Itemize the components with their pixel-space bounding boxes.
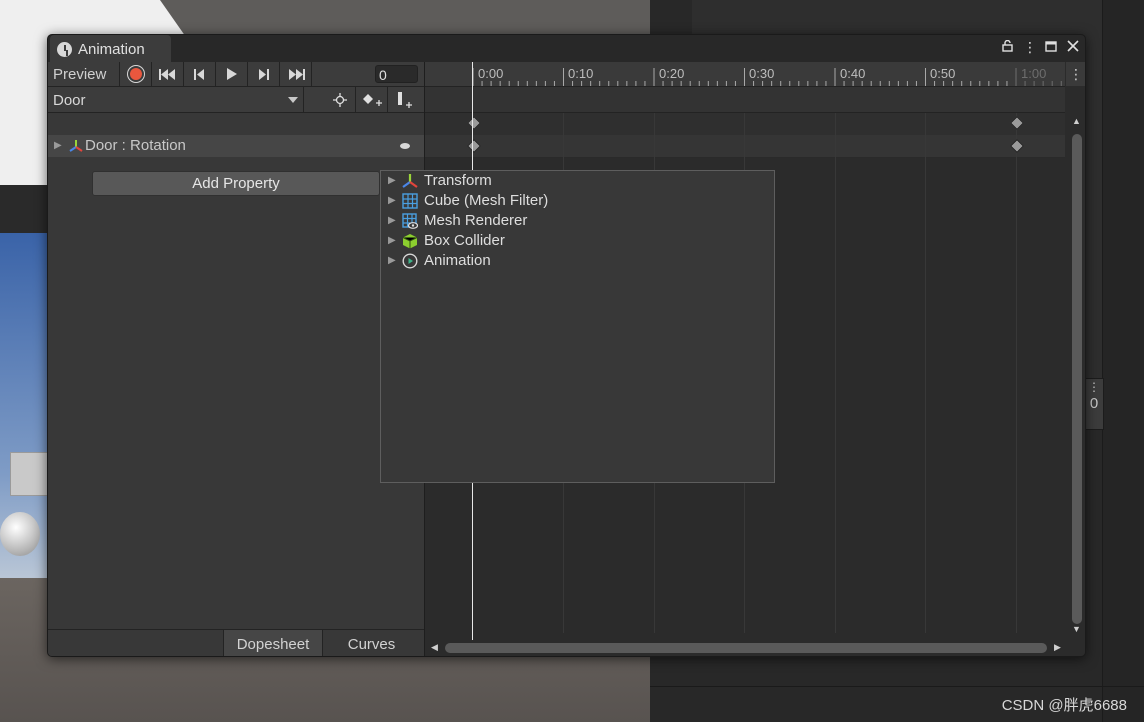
scene-sphere xyxy=(0,512,40,556)
previous-frame-button[interactable] xyxy=(184,62,216,86)
horizontal-scroll-thumb[interactable] xyxy=(445,643,1047,653)
more-options-icon[interactable]: ⋮ xyxy=(1023,39,1037,56)
grid-line xyxy=(925,113,926,633)
grid-line xyxy=(835,113,836,633)
side-panel-value: 0 xyxy=(1089,395,1099,412)
menu-item-label: Cube (Mesh Filter) xyxy=(424,192,549,209)
right-editor-divider xyxy=(650,686,1144,687)
first-frame-button[interactable] xyxy=(152,62,184,86)
expand-arrow-icon: ▶ xyxy=(388,235,396,246)
record-icon xyxy=(129,68,142,80)
tick-label: 1:00 xyxy=(1021,66,1047,81)
tick-label: 0:50 xyxy=(930,66,956,81)
transform-icon xyxy=(402,174,418,188)
add-keyframe-button[interactable] xyxy=(356,87,388,112)
vertical-scrollbar[interactable]: ▲ ▼ xyxy=(1070,116,1082,634)
add-event-icon xyxy=(398,91,412,108)
property-label: Door : Rotation xyxy=(85,137,186,154)
add-property-button[interactable]: Add Property xyxy=(92,171,380,196)
menu-item-mesh-renderer[interactable]: ▶ Mesh Renderer xyxy=(381,211,774,231)
right-editor-edge xyxy=(1102,0,1144,722)
playback-toolbar: Preview 0 xyxy=(48,62,424,87)
expand-arrow-icon: ▶ xyxy=(388,255,396,266)
record-button[interactable] xyxy=(120,62,152,86)
menu-item-label: Mesh Renderer xyxy=(424,212,528,229)
clip-select[interactable]: Door xyxy=(48,87,304,112)
animation-icon xyxy=(402,253,418,269)
horizontal-scrollbar[interactable]: ◀ ▶ xyxy=(425,640,1065,656)
rotation-track[interactable] xyxy=(425,135,1065,158)
ruler-ticks xyxy=(472,68,1062,86)
clock-icon xyxy=(57,42,72,57)
menu-item-transform[interactable]: ▶ Transform xyxy=(381,171,774,191)
next-frame-icon xyxy=(259,68,269,80)
next-frame-button[interactable] xyxy=(248,62,280,86)
scroll-up-icon[interactable]: ▲ xyxy=(1072,116,1081,126)
play-button[interactable] xyxy=(216,62,248,86)
mesh-renderer-icon xyxy=(402,213,418,229)
box-collider-icon xyxy=(402,234,418,249)
summary-track[interactable] xyxy=(425,113,1065,135)
scroll-down-icon[interactable]: ▼ xyxy=(1072,624,1081,634)
add-keyframe-icon xyxy=(362,93,382,106)
tick-label: 0:10 xyxy=(568,66,594,81)
close-icon[interactable] xyxy=(1067,39,1079,56)
play-icon xyxy=(226,68,237,80)
property-pane: Preview 0 Door ▶ Door: Rotation Add Pro… xyxy=(48,62,424,656)
menu-item-box-collider[interactable]: ▶ Box Collider xyxy=(381,231,774,251)
menu-item-mesh-filter[interactable]: ▶ Cube (Mesh Filter) xyxy=(381,191,774,211)
maximize-icon[interactable] xyxy=(1045,39,1057,56)
scene-cube xyxy=(10,452,50,496)
menu-item-animation[interactable]: ▶ Animation xyxy=(381,251,774,271)
expand-arrow-icon: ▶ xyxy=(388,215,396,226)
frame-input[interactable]: 0 xyxy=(375,65,418,83)
watermark: CSDN @胖虎6688 xyxy=(1001,697,1127,714)
filter-by-selection-button[interactable] xyxy=(324,87,356,112)
time-ruler[interactable]: 0:00 0:10 0:20 0:30 0:40 0:50 1:00 xyxy=(425,62,1065,87)
tab-curves[interactable]: Curves xyxy=(323,630,420,656)
window-controls: ⋮ xyxy=(1001,39,1079,56)
view-mode-bar: Dopesheet Curves xyxy=(48,629,424,656)
grid-line xyxy=(1016,113,1017,633)
clip-row: Door xyxy=(48,87,424,113)
expand-arrow-icon[interactable]: ▶ xyxy=(54,135,62,157)
tick-label: 0:30 xyxy=(749,66,775,81)
tick-label: 0:20 xyxy=(659,66,685,81)
menu-item-label: Transform xyxy=(424,172,492,189)
tick-label: 0:40 xyxy=(840,66,866,81)
menu-item-label: Box Collider xyxy=(424,232,505,249)
tab-title: Animation xyxy=(78,41,145,58)
property-row[interactable]: ▶ Door : Rotation xyxy=(48,135,424,157)
last-frame-icon xyxy=(288,68,305,80)
menu-item-label: Animation xyxy=(424,252,491,269)
add-property-menu: ▶ Transform ▶ Cube (Mesh Filter) ▶ Mesh … xyxy=(380,170,775,483)
tab-dopesheet[interactable]: Dopesheet xyxy=(223,630,323,656)
side-menu-icon[interactable]: ⋮ xyxy=(1085,379,1103,395)
first-frame-icon xyxy=(158,68,175,80)
lock-icon[interactable] xyxy=(1001,39,1013,56)
event-track[interactable] xyxy=(425,87,1065,113)
mesh-filter-icon xyxy=(402,193,418,209)
previous-frame-icon xyxy=(194,68,204,80)
expand-arrow-icon: ▶ xyxy=(388,175,396,186)
scroll-right-icon[interactable]: ▶ xyxy=(1054,642,1061,653)
crosshair-icon xyxy=(332,92,347,107)
eye-icon[interactable] xyxy=(400,143,410,149)
timeline-menu-icon[interactable]: ⋮ xyxy=(1066,62,1085,86)
side-panel-tab[interactable]: ⋮ 0 xyxy=(1084,378,1104,430)
scroll-left-icon[interactable]: ◀ xyxy=(431,642,438,653)
last-frame-button[interactable] xyxy=(280,62,312,86)
chevron-down-icon xyxy=(288,97,298,103)
add-event-button[interactable] xyxy=(388,87,420,112)
expand-arrow-icon: ▶ xyxy=(388,195,396,206)
tick-label: 0:00 xyxy=(478,66,504,81)
preview-button[interactable]: Preview xyxy=(48,62,120,86)
scene-background-strip xyxy=(0,185,48,233)
tab-animation[interactable]: Animation xyxy=(50,35,171,62)
clip-name: Door xyxy=(53,92,86,109)
vertical-scroll-thumb[interactable] xyxy=(1072,134,1082,624)
transform-icon xyxy=(69,140,83,152)
